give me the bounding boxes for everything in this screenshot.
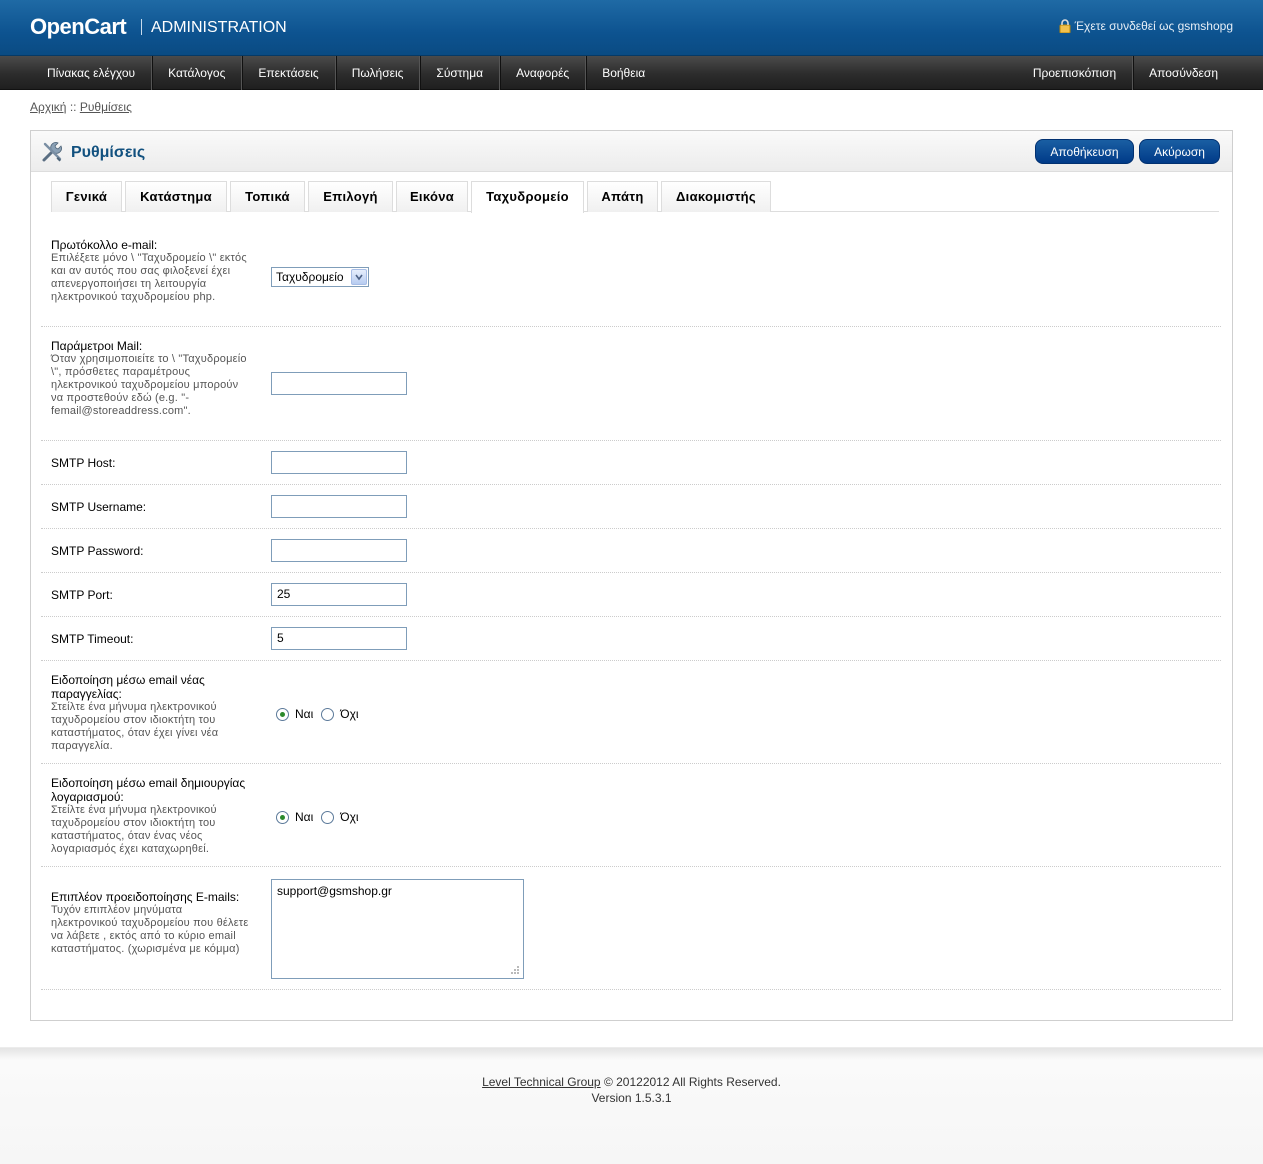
page-title: Ρυθμίσεις <box>71 144 146 161</box>
chevron-down-icon[interactable] <box>351 269 367 285</box>
mail-protocol-select[interactable]: Ταχυδρομείο <box>271 267 369 287</box>
alert-order-radio-group: Ναι Όχι <box>276 707 359 721</box>
tab-fraud[interactable]: Απάτη <box>587 181 658 212</box>
smtp-username-input[interactable] <box>271 495 407 518</box>
row-alert-order: Ειδοποίηση μέσω email νέας παραγγελίας: … <box>41 661 1221 764</box>
alert-account-no-label: Όχι <box>340 810 359 824</box>
menu-item-logout[interactable]: Αποσύνδεση <box>1133 56 1234 90</box>
alert-account-label: Ειδοποίηση μέσω email δημιουργίας λογαρι… <box>51 776 246 804</box>
mail-parameters-label: Παράμετροι Mail: <box>51 339 143 353</box>
row-mail-protocol: Πρωτόκολλο e-mail: Επιλέξετε μόνο \ "Ταχ… <box>41 221 1221 327</box>
mail-parameters-label-group: Παράμετροι Mail: Όταν χρησιμοποιείτε το … <box>51 339 251 418</box>
cancel-button[interactable]: Ακύρωση <box>1139 139 1220 164</box>
footer-version: Version 1.5.3.1 <box>591 1091 672 1105</box>
alert-emails-textarea[interactable]: support@gsmshop.gr <box>271 879 524 979</box>
tab-local[interactable]: Τοπικά <box>230 181 305 212</box>
tab-server[interactable]: Διακομιστής <box>661 181 771 212</box>
mail-protocol-label: Πρωτόκολλο e-mail: <box>51 238 158 252</box>
alert-emails-value: support@gsmshop.gr <box>277 884 392 898</box>
footer: Level Technical Group © 20122012 All Rig… <box>0 1047 1263 1164</box>
row-mail-parameters: Παράμετροι Mail: Όταν χρησιμοποιείτε το … <box>41 327 1221 441</box>
menu-item-extensions[interactable]: Επεκτάσεις <box>242 56 336 90</box>
alert-order-no-radio[interactable] <box>321 707 335 721</box>
row-smtp-password: SMTP Password: <box>41 529 1221 573</box>
mail-protocol-value: Ταχυδρομείο <box>276 270 344 284</box>
smtp-password-input[interactable] <box>271 539 407 562</box>
alert-account-yes-radio[interactable] <box>276 810 289 824</box>
smtp-host-input[interactable] <box>271 451 407 474</box>
row-smtp-timeout: SMTP Timeout: 5 <box>41 617 1221 661</box>
alert-emails-label-group: Επιπλέον προειδοποίησης E-mails: Τυχόν ε… <box>51 890 251 956</box>
menu-item-reports[interactable]: Αναφορές <box>500 56 587 90</box>
row-alert-account: Ειδοποίηση μέσω email δημιουργίας λογαρι… <box>41 764 1221 867</box>
tab-option[interactable]: Επιλογή <box>308 181 393 212</box>
admin-header: OpenCart ADMINISTRATION Έχετε συνδεθεί ω… <box>0 0 1263 56</box>
settings-tabs: Γενικά Κατάστημα Τοπικά Επιλογή Εικόνα Τ… <box>51 181 1219 213</box>
alert-order-label: Ειδοποίηση μέσω email νέας παραγγελίας: <box>51 673 205 701</box>
mail-parameters-help: Όταν χρησιμοποιείτε το \ "Ταχυδρομείο \"… <box>51 353 247 417</box>
mail-parameters-input[interactable] <box>271 372 407 395</box>
logged-in-text: Έχετε συνδεθεί ως gsmshopg <box>1074 19 1233 33</box>
tab-store[interactable]: Κατάστημα <box>125 181 227 212</box>
smtp-timeout-label: SMTP Timeout: <box>51 632 134 646</box>
tab-mail[interactable]: Ταχυδρομείο <box>471 181 584 213</box>
box-heading: Ρυθμίσεις Αποθήκευση Ακύρωση <box>31 131 1232 172</box>
logged-in-status: Έχετε συνδεθεί ως gsmshopg <box>1059 19 1233 33</box>
menu-right: Προεπισκόπιση Αποσύνδεση <box>1017 56 1234 90</box>
row-smtp-host: SMTP Host: <box>41 441 1221 485</box>
menu-item-help[interactable]: Βοήθεια <box>586 56 661 90</box>
alert-account-yes-label: Ναι <box>295 810 314 824</box>
lock-icon <box>1059 19 1071 33</box>
menu-item-catalog[interactable]: Κατάλογος <box>152 56 243 90</box>
alert-emails-label: Επιπλέον προειδοποίησης E-mails: <box>51 890 240 904</box>
menu-item-preview[interactable]: Προεπισκόπιση <box>1017 56 1134 90</box>
alert-account-label-group: Ειδοποίηση μέσω email δημιουργίας λογαρι… <box>51 776 251 856</box>
alert-account-help: Στείλτε ένα μήνυμα ηλεκτρονικού ταχυδρομ… <box>51 804 217 855</box>
alert-order-yes-label: Ναι <box>295 707 314 721</box>
logo[interactable]: OpenCart <box>30 14 127 40</box>
alert-account-radio-group: Ναι Όχι <box>276 810 359 824</box>
menu-left: Πίνακας ελέγχου Κατάλογος Επεκτάσεις Πωλ… <box>31 56 661 90</box>
tab-image[interactable]: Εικόνα <box>396 181 468 212</box>
breadcrumb-separator: :: <box>69 100 77 114</box>
settings-box: Ρυθμίσεις Αποθήκευση Ακύρωση Γενικά Κατά… <box>30 130 1233 1021</box>
menu-item-system[interactable]: Σύστημα <box>420 56 501 90</box>
row-smtp-username: SMTP Username: <box>41 485 1221 529</box>
smtp-host-label: SMTP Host: <box>51 456 116 470</box>
breadcrumb-current[interactable]: Ρυθμίσεις <box>80 100 132 114</box>
smtp-password-label: SMTP Password: <box>51 544 144 558</box>
main-menu: Πίνακας ελέγχου Κατάλογος Επεκτάσεις Πωλ… <box>0 56 1263 90</box>
smtp-username-label: SMTP Username: <box>51 500 147 514</box>
alert-emails-help: Τυχόν επιπλέον μηνύματα ηλεκτρονικού ταχ… <box>51 904 249 955</box>
smtp-timeout-input[interactable]: 5 <box>271 627 407 650</box>
breadcrumb: Αρχική :: Ρυθμίσεις <box>30 100 132 114</box>
smtp-port-label: SMTP Port: <box>51 588 113 602</box>
menu-item-sales[interactable]: Πωλήσεις <box>336 56 421 90</box>
smtp-port-input[interactable]: 25 <box>271 583 407 606</box>
alert-order-label-group: Ειδοποίηση μέσω email νέας παραγγελίας: … <box>51 673 246 753</box>
logo-subtitle: ADMINISTRATION <box>151 19 287 36</box>
tab-general[interactable]: Γενικά <box>51 181 122 212</box>
alert-account-no-radio[interactable] <box>321 810 335 824</box>
save-button[interactable]: Αποθήκευση <box>1035 139 1134 164</box>
menu-item-dashboard[interactable]: Πίνακας ελέγχου <box>31 56 153 90</box>
logo-separator <box>141 19 142 35</box>
alert-order-help: Στείλτε ένα μήνυμα ηλεκτρονικού ταχυδρομ… <box>51 701 219 752</box>
footer-rights: © 20122012 All Rights Reserved. <box>603 1075 781 1089</box>
alert-order-no-label: Όχι <box>340 707 359 721</box>
resize-grip-icon[interactable] <box>510 965 520 975</box>
footer-copyright: Level Technical Group © 20122012 All Rig… <box>0 1075 1263 1089</box>
mail-protocol-help: Επιλέξετε μόνο \ "Ταχυδρομείο \" εκτός κ… <box>51 252 247 303</box>
row-smtp-port: SMTP Port: 25 <box>41 573 1221 617</box>
breadcrumb-home[interactable]: Αρχική <box>30 100 66 114</box>
settings-tools-icon <box>42 142 62 162</box>
alert-order-yes-radio[interactable] <box>276 707 289 721</box>
row-alert-emails: Επιπλέον προειδοποίησης E-mails: Τυχόν ε… <box>41 867 1221 990</box>
mail-protocol-label-group: Πρωτόκολλο e-mail: Επιλέξετε μόνο \ "Ταχ… <box>51 238 251 304</box>
footer-link[interactable]: Level Technical Group <box>482 1075 601 1089</box>
